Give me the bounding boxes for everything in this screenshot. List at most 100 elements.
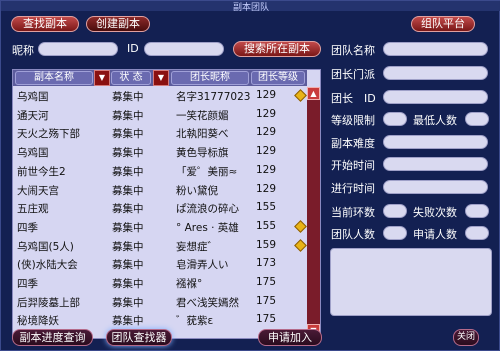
cell-dungeon-name: 四季 (17, 278, 38, 290)
table-row[interactable]: (侠)水陆大会 募集中 皂滑弄人い 173 (13, 256, 307, 272)
cell-leader-level: 129 (256, 126, 277, 139)
team-finder-button[interactable]: 团队查找器 (106, 329, 172, 346)
table-row[interactable]: 通天河 募集中 一笑花颜媚 129 (13, 107, 307, 123)
table-row[interactable]: 前世今生2 募集中 「爱゜美丽≈ 129 (13, 163, 307, 179)
cell-leader-level: 129 (256, 107, 277, 120)
table-row[interactable]: 后羿陵墓上部 募集中 君べ浅笑嫣然 175 (13, 294, 307, 310)
table-row[interactable]: 乌鸡国 募集中 名字31777023 129 (13, 88, 307, 104)
cell-dungeon-name: 前世今生2 (17, 165, 66, 178)
table-row[interactable]: 五庄观 募集中 ぱ流浪の碎心 155 (13, 200, 307, 216)
cell-status: 募集中 (112, 109, 144, 122)
cell-status: 募集中 (112, 203, 144, 216)
window-title: 副本团队 (232, 3, 269, 13)
id-input[interactable] (144, 42, 224, 56)
cell-leader-name: 黄色导标旗 (176, 147, 229, 160)
cell-leader-level: 175 (256, 276, 277, 288)
table-row[interactable]: 大闹天宫 募集中 粉い黛倪 129 (13, 182, 307, 198)
leader-id-label: 团长 ID (331, 92, 376, 105)
table-row[interactable]: 四季 募集中 ° Ares · 英雄 155 (13, 219, 307, 235)
nickname-label: 昵称 (12, 44, 34, 57)
sort-status-icon[interactable]: ▼ (153, 70, 169, 86)
leader-sect-value (383, 66, 488, 80)
cell-leader-name: 「爱゜美丽≈ (176, 165, 238, 178)
search-dungeon-button[interactable]: 搜索所在副本 (233, 41, 321, 57)
nickname-input[interactable] (38, 42, 118, 56)
team-size-label: 团队人数 (331, 228, 375, 241)
find-dungeon-tab[interactable]: 查找副本 (11, 16, 79, 32)
cell-leader-level: 175 (256, 313, 277, 326)
cell-leader-name: 襁褓° (176, 278, 203, 290)
gold-diamond-icon (294, 238, 307, 252)
table-row[interactable]: 秘境降妖 募集中 ゛莸紫ε 175 (13, 312, 307, 328)
apply-join-button[interactable]: 申请加入 (258, 329, 322, 346)
cell-leader-name: ゛莸紫ε (176, 315, 214, 328)
cell-leader-name: ぱ流浪の碎心 (176, 203, 239, 216)
cell-status: 募集中 (112, 278, 144, 290)
cell-status: 募集中 (112, 128, 144, 141)
cell-status: 募集中 (112, 296, 144, 309)
cell-status: 募集中 (112, 259, 144, 272)
list-scrollbar[interactable]: ▲ ▼ (307, 87, 320, 337)
team-description-box (330, 248, 492, 316)
start-time-value (383, 157, 488, 171)
fail-count-label: 失败次数 (413, 206, 457, 219)
cell-status: 募集中 (112, 165, 144, 178)
id-label: ID (127, 42, 139, 55)
progress-time-label: 进行时间 (331, 182, 375, 195)
cell-dungeon-name: 五庄观 (17, 203, 49, 216)
scroll-up-icon[interactable]: ▲ (307, 87, 320, 100)
gold-diamond-icon (294, 89, 307, 102)
cell-dungeon-name: (侠)水陆大会 (17, 259, 78, 272)
cell-dungeon-name: 后羿陵墓上部 (17, 296, 80, 309)
cell-leader-level: 129 (256, 145, 277, 158)
cell-dungeon-name: 乌鸡国 (17, 147, 49, 160)
fail-count-value (465, 204, 489, 218)
cell-leader-level: 129 (256, 89, 277, 101)
cell-leader-name: 君べ浅笑嫣然 (176, 296, 239, 309)
cell-dungeon-name: 天火之殇下部 (17, 128, 80, 141)
applicants-value (465, 226, 489, 240)
leader-id-value (383, 90, 488, 104)
cell-dungeon-name: 乌鸡国 (17, 91, 49, 103)
list-header: 副本名称 ▼ 状 态 ▼ 团长昵称 团长等级 (13, 70, 307, 86)
cell-leader-name: ° Ares · 英雄 (176, 221, 239, 234)
cell-leader-name: 一笑花颜媚 (176, 109, 229, 122)
table-row[interactable]: 乌鸡国 募集中 黄色导标旗 129 (13, 144, 307, 160)
team-name-label: 团队名称 (331, 44, 375, 57)
difficulty-label: 副本难度 (331, 137, 375, 150)
column-dungeon-name: 副本名称 (15, 71, 93, 85)
gold-diamond-icon (294, 220, 307, 233)
cell-leader-level: 159 (256, 238, 277, 251)
level-limit-value (383, 112, 407, 126)
table-row[interactable]: 乌鸡国(5人) 募集中 妄想症゛ 159 (13, 238, 307, 254)
level-limit-label: 等级限制 (331, 114, 375, 127)
cell-leader-level: 173 (256, 257, 277, 270)
cell-status: 募集中 (112, 315, 144, 328)
cell-dungeon-name: 通天河 (17, 109, 49, 122)
leader-sect-label: 团长门派 (331, 68, 375, 81)
cell-status: 募集中 (112, 240, 144, 253)
team-name-value (383, 42, 488, 56)
start-time-label: 开始时间 (331, 159, 375, 172)
cell-status: 募集中 (112, 91, 144, 103)
cell-dungeon-name: 乌鸡国(5人) (17, 240, 74, 253)
applicants-label: 申请人数 (413, 228, 457, 241)
progress-time-value (383, 180, 488, 194)
difficulty-value (383, 135, 488, 149)
close-button[interactable]: 关闭 (453, 329, 479, 346)
table-row[interactable]: 四季 募集中 襁褓° 175 (13, 275, 307, 291)
team-platform-button[interactable]: 组队平台 (411, 16, 475, 32)
progress-query-button[interactable]: 副本进度查询 (12, 329, 93, 346)
sort-name-icon[interactable]: ▼ (94, 70, 110, 86)
cell-status: 募集中 (112, 221, 144, 234)
dungeon-team-window: 副本团队 查找副本 创建副本 组队平台 昵称 ID 搜索所在副本 副本名称 ▼ … (0, 0, 500, 351)
cell-status: 募集中 (112, 147, 144, 160)
cell-leader-name: 粉い黛倪 (176, 184, 218, 197)
create-dungeon-tab[interactable]: 创建副本 (86, 16, 150, 32)
cell-dungeon-name: 秘境降妖 (17, 315, 59, 328)
table-row[interactable]: 天火之殇下部 募集中 北執阳葵べ 129 (13, 125, 307, 141)
cell-leader-name: 名字31777023 (176, 91, 251, 103)
cell-leader-level: 129 (256, 182, 277, 195)
min-people-value (465, 112, 489, 126)
cell-leader-level: 129 (256, 163, 277, 176)
